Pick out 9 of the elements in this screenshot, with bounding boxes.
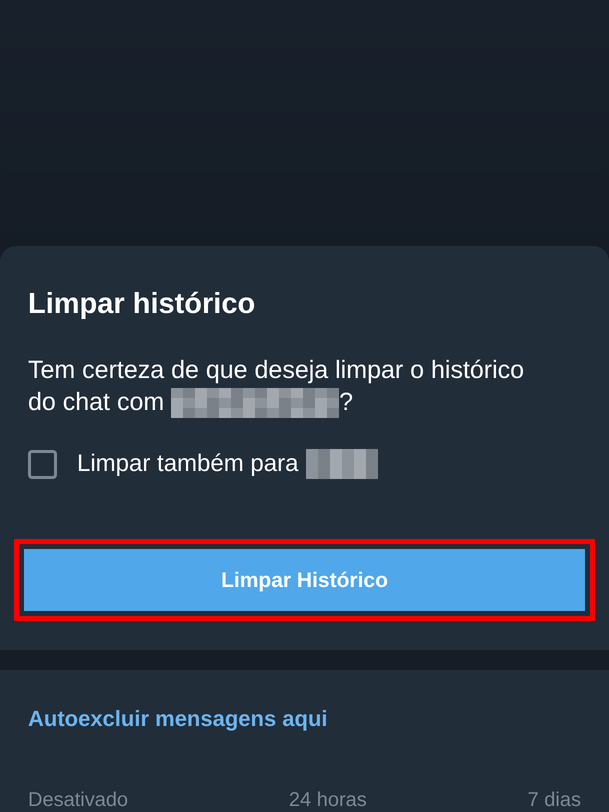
checkbox[interactable] [28,450,57,479]
dialog-message: Tem certeza de que deseja limpar o histórico do chat com ? [28,354,548,418]
section-title: Autoexcluir mensagens aqui [28,705,329,733]
dialog-title: Limpar histórico [28,287,256,322]
clear-history-button[interactable]: Limpar Histórico [24,549,585,612]
option-label[interactable]: 24 horas [288,785,367,812]
option-label[interactable]: 7 dias [528,785,581,812]
option-label[interactable]: Desativado [28,785,128,812]
checkbox-label: Limpar também para [77,449,298,480]
